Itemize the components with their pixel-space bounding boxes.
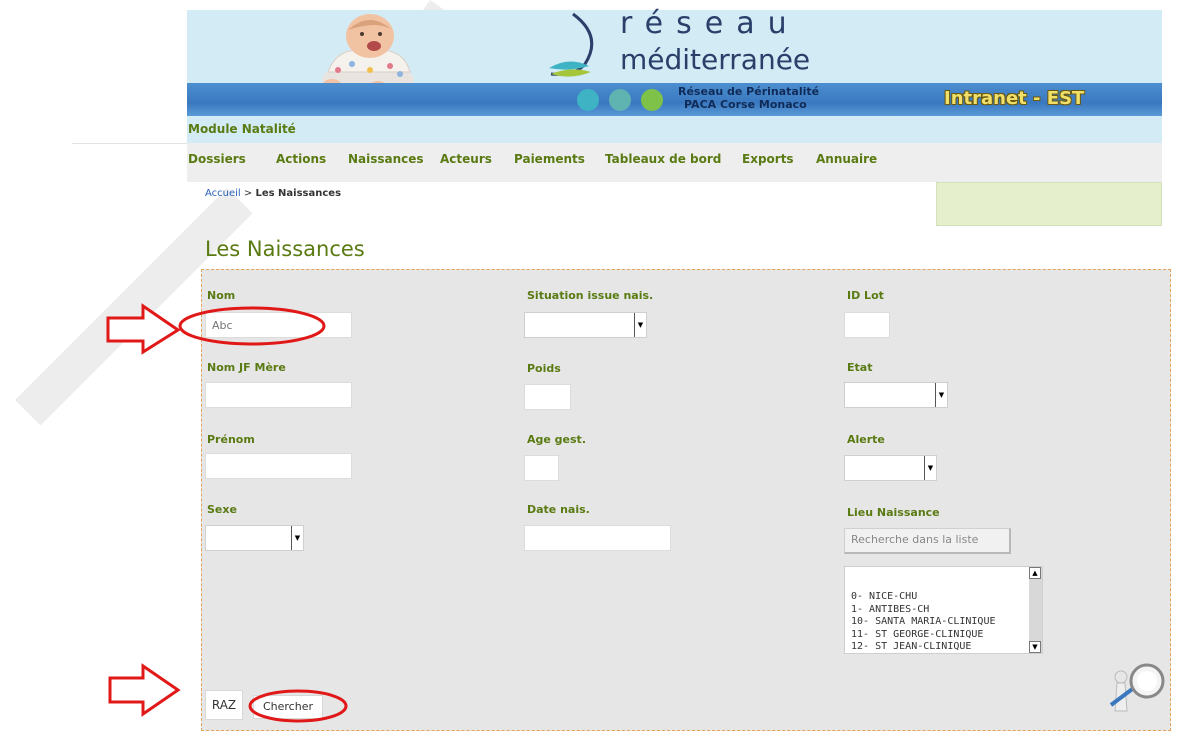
highlight-ellipse: [248, 689, 348, 723]
arrow-right-icon: [108, 663, 181, 717]
arrow-right-icon: [106, 303, 181, 355]
annotation-overlay: [106, 303, 348, 723]
highlight-ellipse: [178, 306, 326, 346]
